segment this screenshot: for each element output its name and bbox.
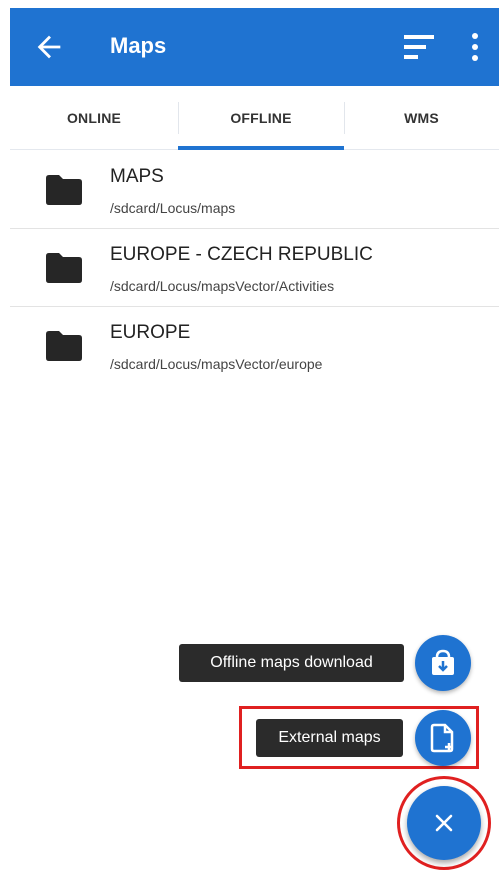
list-item[interactable]: EUROPE /sdcard/Locus/mapsVector/europe xyxy=(10,307,499,385)
list-item[interactable]: MAPS /sdcard/Locus/maps xyxy=(10,151,499,229)
sort-icon[interactable] xyxy=(404,34,434,60)
offline-maps-download-label[interactable]: Offline maps download xyxy=(179,644,404,682)
top-edge-strip: ﾠ xyxy=(0,0,499,8)
more-vert-icon[interactable] xyxy=(470,32,480,62)
close-icon xyxy=(435,814,453,832)
external-maps-button[interactable] xyxy=(415,710,471,766)
store-download-icon xyxy=(432,649,454,675)
tab-offline[interactable]: OFFLINE xyxy=(178,86,344,150)
folder-icon xyxy=(46,253,82,283)
close-menu-fab[interactable] xyxy=(407,786,481,860)
list-item[interactable]: EUROPE - CZECH REPUBLIC /sdcard/Locus/ma… xyxy=(10,229,499,307)
folder-icon xyxy=(46,175,82,205)
folder-name: EUROPE xyxy=(110,322,191,343)
folder-icon xyxy=(46,331,82,361)
tab-indicator xyxy=(178,146,344,150)
tab-wms[interactable]: WMS xyxy=(344,86,499,150)
app-bar: Maps xyxy=(10,8,499,86)
tab-online[interactable]: ONLINE xyxy=(10,86,178,150)
arrow-back-icon[interactable] xyxy=(32,30,66,64)
folder-path: /sdcard/Locus/mapsVector/europe xyxy=(110,356,323,372)
app-bar-title: Maps xyxy=(110,33,167,58)
add-file-icon xyxy=(430,723,454,753)
folder-name: EUROPE - CZECH REPUBLIC xyxy=(110,244,373,265)
tab-bar: ONLINE OFFLINE WMS xyxy=(10,86,499,150)
folder-path: /sdcard/Locus/mapsVector/Activities xyxy=(110,278,335,294)
folder-path: /sdcard/Locus/maps xyxy=(110,200,236,216)
external-maps-label[interactable]: External maps xyxy=(256,719,403,757)
folder-list: MAPS /sdcard/Locus/maps EUROPE - CZECH R… xyxy=(10,151,499,385)
folder-name: MAPS xyxy=(110,166,164,187)
offline-maps-download-button[interactable] xyxy=(415,635,471,691)
